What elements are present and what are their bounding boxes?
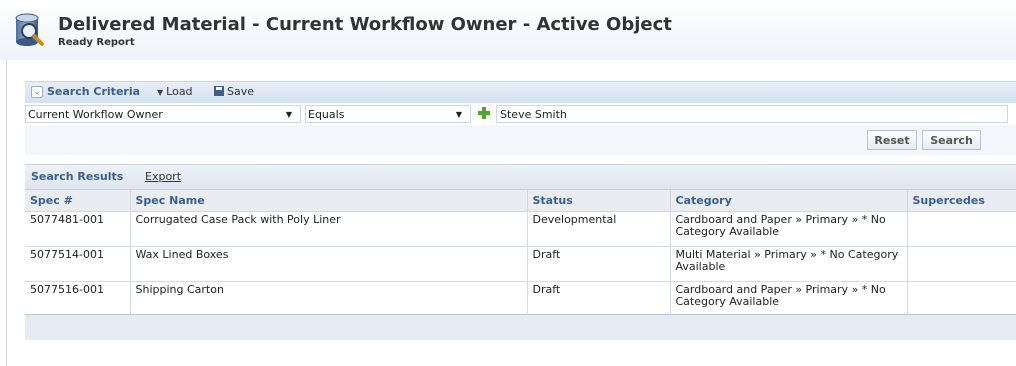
cell-spec-number: 5077516-001 bbox=[25, 281, 131, 317]
criteria-operator-select[interactable]: Equals ▼ bbox=[305, 105, 471, 123]
cell-status: Draft bbox=[527, 246, 671, 282]
table-row[interactable]: 5077516-001 Shipping Carton Draft Cardbo… bbox=[25, 281, 1016, 317]
table-row[interactable]: 5077514-001 Wax Lined Boxes Draft Multi … bbox=[25, 246, 1016, 282]
criteria-value-input[interactable]: Steve Smith bbox=[496, 105, 1008, 123]
cell-spec-name: Shipping Carton bbox=[130, 281, 528, 317]
cell-category: Cardboard and Paper » Primary » * No Cat… bbox=[670, 211, 908, 247]
cell-spec-number: 5077481-001 bbox=[25, 211, 131, 247]
criteria-value-text: Steve Smith bbox=[500, 108, 567, 121]
cell-supercedes bbox=[907, 246, 1016, 282]
cell-spec-number: 5077514-001 bbox=[25, 246, 131, 282]
criteria-field-value: Current Workflow Owner bbox=[28, 108, 163, 121]
export-link[interactable]: Export bbox=[145, 170, 181, 183]
search-button[interactable]: Search bbox=[922, 130, 981, 150]
report-magnifier-icon bbox=[15, 13, 44, 46]
save-disk-icon bbox=[214, 86, 224, 96]
cell-supercedes bbox=[907, 281, 1016, 317]
search-buttons-area: Reset Search bbox=[25, 125, 1016, 155]
cell-spec-name: Wax Lined Boxes bbox=[130, 246, 528, 282]
search-results-bar: Search Results Export bbox=[25, 164, 1016, 190]
search-criteria-toggle[interactable]: ⌄ Search Criteria bbox=[31, 85, 140, 98]
collapse-chevron-icon: ⌄ bbox=[31, 86, 43, 98]
save-label: Save bbox=[227, 85, 255, 98]
column-header-supercedes[interactable]: Supercedes bbox=[907, 190, 1016, 212]
cell-category: Cardboard and Paper » Primary » * No Cat… bbox=[670, 281, 908, 317]
cell-status: Draft bbox=[527, 281, 671, 317]
cell-spec-name: Corrugated Case Pack with Poly Liner bbox=[130, 211, 528, 247]
dropdown-triangle-icon: ▼ bbox=[157, 88, 164, 97]
column-header-status[interactable]: Status bbox=[527, 190, 671, 212]
results-footer-bar bbox=[25, 314, 1016, 340]
page-title: Delivered Material - Current Workflow Ow… bbox=[58, 14, 672, 35]
column-header-spec-name[interactable]: Spec Name bbox=[130, 190, 528, 212]
column-header-spec-number[interactable]: Spec # bbox=[25, 190, 131, 212]
search-results-title: Search Results bbox=[31, 170, 124, 183]
select-arrow-icon: ▼ bbox=[285, 110, 292, 119]
results-table: Spec # Spec Name Status Category Superce… bbox=[25, 190, 1016, 317]
cell-status: Developmental bbox=[527, 211, 671, 247]
search-criteria-bar: ⌄ Search Criteria ▼ Load Save bbox=[25, 81, 1016, 104]
cell-supercedes bbox=[907, 211, 1016, 247]
add-value-plus-icon[interactable] bbox=[478, 107, 490, 119]
cell-category: Multi Material » Primary » * No Category… bbox=[670, 246, 908, 282]
reset-button[interactable]: Reset bbox=[867, 130, 917, 150]
save-button[interactable]: Save bbox=[214, 85, 254, 98]
column-header-category[interactable]: Category bbox=[670, 190, 908, 212]
criteria-operator-value: Equals bbox=[308, 108, 345, 121]
search-criteria-row: Current Workflow Owner ▼ Equals ▼ Steve … bbox=[25, 103, 1016, 125]
select-arrow-icon: ▼ bbox=[455, 110, 462, 119]
criteria-field-select[interactable]: Current Workflow Owner ▼ bbox=[25, 105, 301, 123]
table-header-row: Spec # Spec Name Status Category Superce… bbox=[25, 190, 1016, 212]
load-label: Load bbox=[166, 85, 193, 98]
search-criteria-title: Search Criteria bbox=[47, 85, 141, 98]
load-button[interactable]: ▼ Load bbox=[157, 85, 193, 98]
table-row[interactable]: 5077481-001 Corrugated Case Pack with Po… bbox=[25, 211, 1016, 247]
page-subtitle: Ready Report bbox=[58, 37, 135, 48]
page-header: Delivered Material - Current Workflow Ow… bbox=[0, 0, 1016, 60]
